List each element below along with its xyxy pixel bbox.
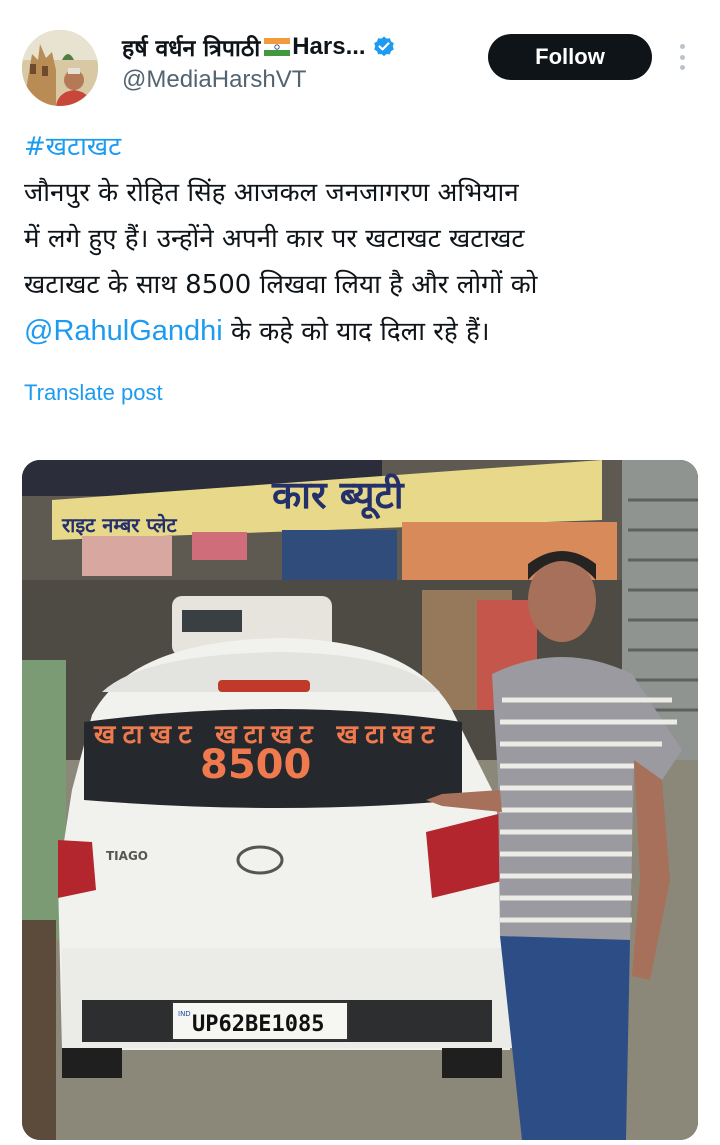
tweet-text: #खटाखट जौनपुर के रोहित सिंह आजकल जनजागरण… — [24, 124, 704, 355]
author-display-name-suffix[interactable]: Hars... — [292, 33, 365, 61]
plate-country-code: IND — [178, 1010, 191, 1018]
more-dot — [679, 44, 685, 49]
number-plate: UP62BE1085 — [192, 1012, 324, 1037]
more-vertical-icon[interactable] — [672, 40, 692, 74]
hashtag-link[interactable]: #खटाखट — [24, 132, 121, 162]
shop-sign-main: कार ब्यूटी — [271, 473, 405, 520]
more-dot — [679, 54, 685, 60]
follow-button[interactable]: Follow — [488, 34, 652, 80]
tweet-line-3: खटाखट के साथ 8500 लिखवा लिया है और लोगों… — [24, 270, 538, 300]
shop-sign-left: राइट नम्बर प्लेट — [61, 513, 177, 537]
translate-post-link[interactable]: Translate post — [24, 380, 163, 406]
windshield-number: 8500 — [200, 742, 311, 788]
car-model-badge: TIAGO — [106, 849, 148, 863]
avatar[interactable] — [22, 30, 98, 106]
mention-link[interactable]: @RahulGandhi — [24, 315, 223, 347]
tweet-line-4: के कहे को याद दिला रहे हैं। — [222, 317, 490, 347]
tweet-media-photo[interactable]: राइट नम्बर प्लेट कार ब्यूटी खटाखट खटाखट … — [22, 460, 698, 1140]
more-dot — [679, 65, 685, 70]
tweet-line-2: में लगे हुए हैं। उन्होंने अपनी कार पर खट… — [24, 224, 525, 254]
tweet-header: हर्ष वर्धन त्रिपाठी Hars... @MediaHarshV… — [0, 0, 720, 110]
author-handle[interactable]: @MediaHarshVT — [122, 66, 306, 94]
verified-badge-icon — [372, 35, 396, 59]
india-flag-icon — [264, 38, 291, 56]
tweet-line-1: जौनपुर के रोहित सिंह आजकल जनजागरण अभियान — [24, 178, 519, 208]
author-name-row[interactable]: हर्ष वर्धन त्रिपाठी Hars... — [122, 30, 396, 64]
author-display-name[interactable]: हर्ष वर्धन त्रिपाठी — [122, 31, 260, 63]
